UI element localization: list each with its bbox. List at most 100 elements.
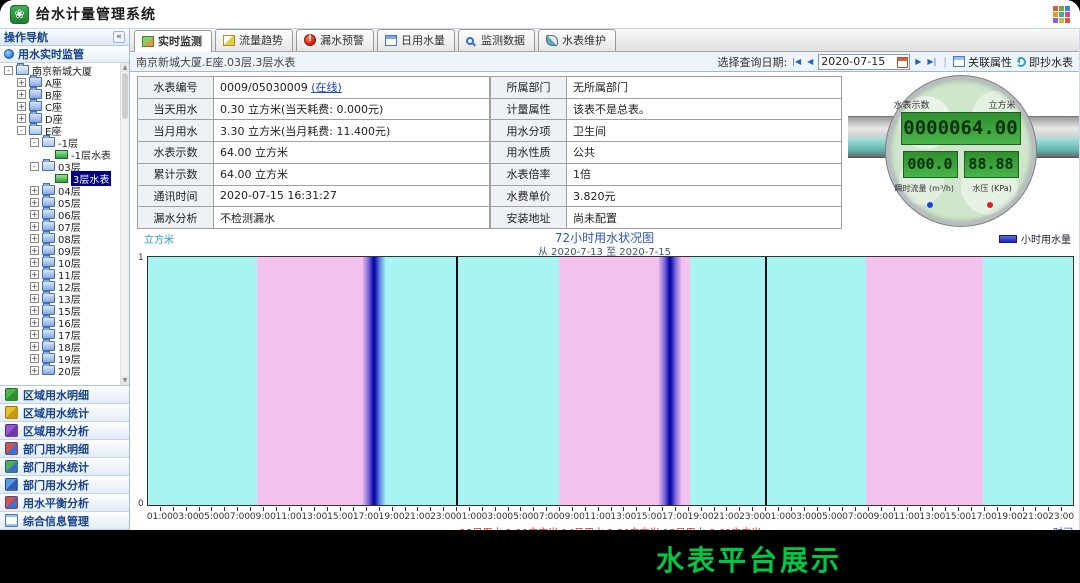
day-separator	[456, 257, 458, 505]
scroll-thumb[interactable]	[122, 73, 128, 119]
expand-icon[interactable]: +	[30, 210, 39, 219]
water-meter-icon	[55, 174, 68, 183]
expand-icon[interactable]: +	[30, 270, 39, 279]
sidebar-item-部门用水明细[interactable]: 部门用水明细	[0, 440, 129, 458]
prev-date-button[interactable]: ◀	[806, 57, 814, 66]
nav-title: 操作导航	[4, 29, 48, 45]
sidebar-item-用水平衡分析[interactable]: 用水平衡分析	[0, 494, 129, 512]
expand-icon[interactable]: +	[30, 222, 39, 231]
expand-icon[interactable]: +	[30, 366, 39, 375]
table-row: 水费单价3.820元	[491, 185, 842, 207]
first-date-button[interactable]: |◀	[791, 57, 802, 66]
tab-maintain[interactable]: 水表维护	[538, 29, 616, 51]
x-tick-label: 17:00	[971, 512, 997, 522]
tab-leak[interactable]: 漏水预警	[296, 29, 374, 51]
legend-label: 小时用水量	[1021, 231, 1071, 246]
x-tick	[1010, 507, 1011, 511]
x-tick	[688, 507, 689, 511]
sidebar-item-区域用水明细[interactable]: 区域用水明细	[0, 386, 129, 404]
x-tick	[971, 507, 972, 511]
folder-icon	[42, 245, 55, 255]
x-tick-label: 15:00	[636, 512, 662, 522]
sidebar-item-区域用水统计[interactable]: 区域用水统计	[0, 404, 129, 422]
scroll-up-icon[interactable]: ▲	[121, 63, 129, 72]
x-tick	[186, 507, 187, 511]
expand-icon[interactable]: +	[30, 234, 39, 243]
tab-daily[interactable]: 日用水量	[377, 29, 455, 51]
expand-icon[interactable]: +	[17, 102, 26, 111]
expand-icon[interactable]: +	[30, 186, 39, 195]
meter-widget: 水表示数 立方米 0000064.00 000.0 88.88 瞬时流量 (m³…	[842, 76, 1079, 229]
collapse-icon[interactable]: -	[17, 126, 26, 135]
date-input[interactable]: 2020-07-15	[818, 54, 910, 70]
collapse-sidebar-button[interactable]: «	[113, 31, 125, 43]
daily-usage-icon	[385, 35, 397, 46]
x-tick	[817, 507, 818, 511]
scroll-down-icon[interactable]: ▼	[121, 376, 129, 385]
x-tick	[173, 507, 174, 511]
expand-icon[interactable]: +	[30, 330, 39, 339]
tab-bar: 实时监测流量趋势漏水预警日用水量监测数据水表维护	[130, 29, 1079, 52]
expand-icon[interactable]: +	[30, 258, 39, 267]
x-tick-label: 17:00	[662, 512, 688, 522]
dept-detail-icon	[5, 442, 18, 455]
x-tick	[1023, 507, 1024, 511]
folder-icon	[42, 269, 55, 279]
online-status-link[interactable]: (在线)	[311, 81, 342, 94]
realtime-monitor-icon	[142, 36, 154, 47]
x-tick	[417, 507, 418, 511]
tree-scrollbar[interactable]: ▲ ▼	[120, 63, 129, 385]
expand-icon[interactable]: +	[30, 198, 39, 207]
monitor-data-icon	[466, 37, 474, 45]
x-tick	[958, 507, 959, 511]
x-tick-label: 17:00	[353, 512, 379, 522]
dept-analysis-icon	[5, 478, 18, 491]
expand-icon[interactable]: +	[17, 90, 26, 99]
read-meter-button[interactable]: 即抄水表	[1016, 54, 1073, 70]
expand-icon[interactable]: +	[30, 294, 39, 303]
tab-trend[interactable]: 流量趋势	[215, 29, 293, 51]
tree-item-label: 20层	[58, 363, 81, 378]
folder-icon	[42, 317, 55, 327]
row-label: 水表编号	[138, 77, 214, 99]
flow-indicator-dot	[927, 202, 933, 208]
tab-realtime[interactable]: 实时监测	[134, 30, 212, 52]
calendar-icon[interactable]	[897, 57, 908, 68]
sidebar-item-部门用水统计[interactable]: 部门用水统计	[0, 458, 129, 476]
sidebar-item-区域用水分析[interactable]: 区域用水分析	[0, 422, 129, 440]
next-date-button[interactable]: ▶	[914, 57, 922, 66]
expand-icon[interactable]: +	[30, 354, 39, 363]
expand-icon[interactable]: +	[30, 282, 39, 291]
row-value: 2020-07-15 16:31:27	[214, 185, 490, 207]
sidebar-item-综合信息管理[interactable]: 综合信息管理	[0, 512, 129, 530]
x-tick	[598, 507, 599, 511]
x-tick-row	[147, 507, 1074, 511]
sidebar-item-realtime-monitor[interactable]: 用水实时监管	[0, 46, 129, 63]
expand-icon[interactable]: +	[30, 342, 39, 351]
sidebar-item-部门用水分析[interactable]: 部门用水分析	[0, 476, 129, 494]
x-tick	[327, 507, 328, 511]
dept-stats-icon	[5, 460, 18, 473]
collapse-icon[interactable]: -	[30, 138, 39, 147]
folder-icon	[42, 341, 55, 351]
apps-grid-icon[interactable]	[1053, 6, 1070, 23]
expand-icon[interactable]: +	[30, 318, 39, 327]
folder-icon	[29, 77, 42, 87]
related-props-button[interactable]: 关联属性	[953, 54, 1012, 70]
collapse-icon[interactable]: -	[4, 66, 13, 75]
row-label: 通讯时间	[138, 185, 214, 207]
x-tick-label: 09:00	[868, 512, 894, 522]
expand-icon[interactable]: +	[17, 78, 26, 87]
expand-icon[interactable]: +	[30, 246, 39, 255]
table-row: 当天用水0.30 立方米(当天耗费: 0.000元)	[138, 98, 490, 120]
expand-icon[interactable]: +	[30, 306, 39, 315]
collapse-icon[interactable]: -	[30, 162, 39, 171]
tree-item-20层[interactable]: +20层	[1, 364, 119, 376]
x-tick-label: 13:00	[919, 512, 945, 522]
x-tick-label: 19:00	[688, 512, 714, 522]
expand-icon[interactable]: +	[17, 114, 26, 123]
row-value: 尚未配置	[567, 207, 842, 229]
tab-data[interactable]: 监测数据	[458, 29, 535, 51]
x-tick-label: 21:00	[404, 512, 430, 522]
last-date-button[interactable]: ▶|	[926, 57, 937, 66]
